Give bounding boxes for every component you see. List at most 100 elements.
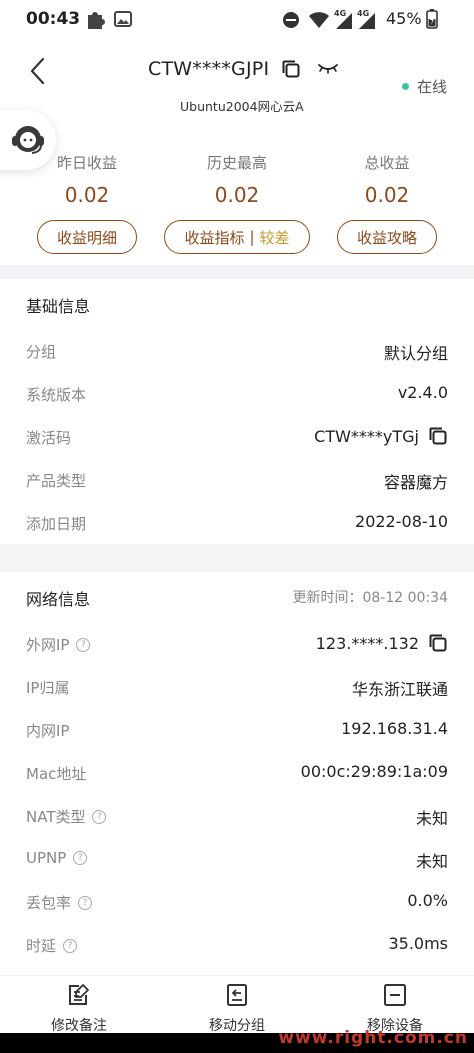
help-icon[interactable]: ? xyxy=(78,895,93,910)
device-title-row: CTW****GJPI xyxy=(148,58,339,80)
basic-info-title: 基础信息 xyxy=(26,297,91,316)
row-label: 激活码 xyxy=(26,429,72,447)
row-label: 分组 xyxy=(26,343,57,361)
info-row-group: 分组 默认分组 xyxy=(0,329,474,372)
row-label: 外网IP xyxy=(26,636,70,654)
help-icon[interactable]: ? xyxy=(73,851,88,865)
dnd-icon xyxy=(283,12,299,28)
row-value-wrap: CTW****yTGj xyxy=(314,426,448,446)
row-label: 产品类型 xyxy=(26,472,87,490)
earnings-index-separator: | xyxy=(249,228,255,246)
row-value-wrap: 123.****.132 xyxy=(316,633,448,653)
back-arrow-icon[interactable] xyxy=(26,56,50,86)
edit-note-label: 修改备注 xyxy=(51,1018,107,1034)
signal-icon xyxy=(336,13,352,29)
earnings-guide-label: 收益攻略 xyxy=(356,228,417,247)
net-row-public-ip: 外网IP? 123.****.132 xyxy=(0,622,474,665)
battery-percent: 45% xyxy=(386,9,422,28)
net-row-latency: 时延? 35.0ms xyxy=(0,923,474,966)
online-dot-icon xyxy=(402,83,409,90)
remove-device-icon xyxy=(384,984,406,1006)
row-value: 默认分组 xyxy=(383,344,448,363)
row-label-wrap: UPNP? xyxy=(26,849,88,867)
help-icon[interactable]: ? xyxy=(76,637,91,652)
row-value: 容器魔方 xyxy=(383,473,448,492)
copy-icon[interactable] xyxy=(428,633,448,653)
battery-charging-icon xyxy=(426,9,438,29)
info-row-added-date: 添加日期 2022-08-10 xyxy=(0,501,474,544)
row-value: 123.****.132 xyxy=(315,633,419,653)
row-label-wrap: NAT类型? xyxy=(26,806,107,827)
row-value: 35.0ms xyxy=(388,934,448,953)
net-row-mac: Mac地址 00:0c:29:89:1a:09 xyxy=(0,751,474,794)
stat-label: 历史最高 xyxy=(206,154,267,172)
copy-icon[interactable] xyxy=(281,59,301,79)
stat-history-max: 历史最高 0.02 xyxy=(167,152,307,207)
row-label: 时延 xyxy=(26,937,57,955)
image-icon xyxy=(114,11,132,27)
info-row-activation-code: 激活码 CTW****yTGj xyxy=(0,415,474,458)
info-row-product-type: 产品类型 容器魔方 xyxy=(0,458,474,501)
net-row-ip-location: IP归属 华东浙江联通 xyxy=(0,665,474,708)
earnings-detail-button[interactable]: 收益明细 xyxy=(37,220,137,254)
online-status-label: 在线 xyxy=(417,78,448,96)
row-label: UPNP xyxy=(26,849,67,867)
stat-total: 总收益 0.02 xyxy=(317,152,457,207)
row-label: 丢包率 xyxy=(26,894,72,912)
stat-label: 昨日收益 xyxy=(56,154,117,172)
device-header: CTW****GJPI Ubuntu2004网心云A 在线 昨日收益 0.02 … xyxy=(0,40,474,265)
device-subtitle: Ubuntu2004网心云A xyxy=(180,99,304,114)
row-value: 00:0c:29:89:1a:09 xyxy=(300,762,448,781)
edit-note-icon xyxy=(69,984,89,1005)
row-label-wrap: 丢包率? xyxy=(26,892,93,913)
stat-value: 0.02 xyxy=(364,183,410,207)
row-value: 未知 xyxy=(415,852,448,871)
earnings-index-button[interactable]: 收益指标 | 较差 xyxy=(164,220,310,254)
network-info-card: 网络信息 更新时间：08-12 00:34 外网IP? 123.****.132… xyxy=(0,572,474,975)
row-value: v2.4.0 xyxy=(397,383,448,402)
stat-label: 总收益 xyxy=(364,154,410,172)
row-label: 添加日期 xyxy=(26,515,87,533)
earnings-index-label: 收益指标 xyxy=(184,228,245,247)
net-row-upnp: UPNP? 未知 xyxy=(0,837,474,880)
bottom-action-bar: 修改备注 移动分组 移除设备 xyxy=(0,975,474,1035)
row-label-wrap: 外网IP? xyxy=(26,634,91,655)
help-icon[interactable]: ? xyxy=(92,809,107,824)
net-row-packet-loss: 丢包率? 0.0% xyxy=(0,880,474,923)
row-value: 未知 xyxy=(415,809,448,828)
basic-info-card: 基础信息 分组 默认分组 系统版本 v2.4.0 激活码 CTW****yTGj… xyxy=(0,279,474,544)
row-label: IP归属 xyxy=(26,679,70,697)
row-value: 192.168.31.4 xyxy=(341,719,448,738)
eye-closed-icon[interactable] xyxy=(317,62,339,76)
move-group-icon xyxy=(227,984,247,1006)
network-updated-time: 更新时间：08-12 00:34 xyxy=(292,590,448,606)
row-value: 0.0% xyxy=(407,891,448,910)
row-label: NAT类型 xyxy=(26,808,86,826)
row-value: 华东浙江联通 xyxy=(351,680,448,699)
net-row-lan-ip: 内网IP 192.168.31.4 xyxy=(0,708,474,751)
wifi-icon xyxy=(309,12,329,28)
copy-icon[interactable] xyxy=(428,426,448,446)
info-row-version: 系统版本 v2.4.0 xyxy=(0,372,474,415)
row-label: 系统版本 xyxy=(26,386,87,404)
online-status: 在线 xyxy=(402,76,447,97)
puzzle-icon xyxy=(88,12,105,29)
watermark: www.right.com.cn xyxy=(278,1028,468,1048)
edit-note-button[interactable]: 修改备注 xyxy=(19,982,139,1035)
device-id: CTW****GJPI xyxy=(148,58,270,80)
row-value: CTW****yTGj xyxy=(314,426,419,446)
network-info-title: 网络信息 xyxy=(26,590,91,609)
row-value: 2022-08-10 xyxy=(355,512,448,531)
row-label: 内网IP xyxy=(26,722,70,740)
help-icon[interactable]: ? xyxy=(63,938,78,953)
earnings-index-badge: 较差 xyxy=(259,228,290,247)
stat-value: 0.02 xyxy=(214,183,260,207)
net-row-nat-type: NAT类型? 未知 xyxy=(0,794,474,837)
status-time: 00:43 xyxy=(26,9,81,29)
signal-icon-2 xyxy=(359,13,375,29)
earnings-guide-button[interactable]: 收益攻略 xyxy=(337,220,437,254)
earnings-detail-label: 收益明细 xyxy=(56,228,117,247)
row-label: Mac地址 xyxy=(26,765,87,783)
status-bar: 00:43 4G 4G 45% xyxy=(0,0,474,40)
stat-value: 0.02 xyxy=(64,183,110,207)
